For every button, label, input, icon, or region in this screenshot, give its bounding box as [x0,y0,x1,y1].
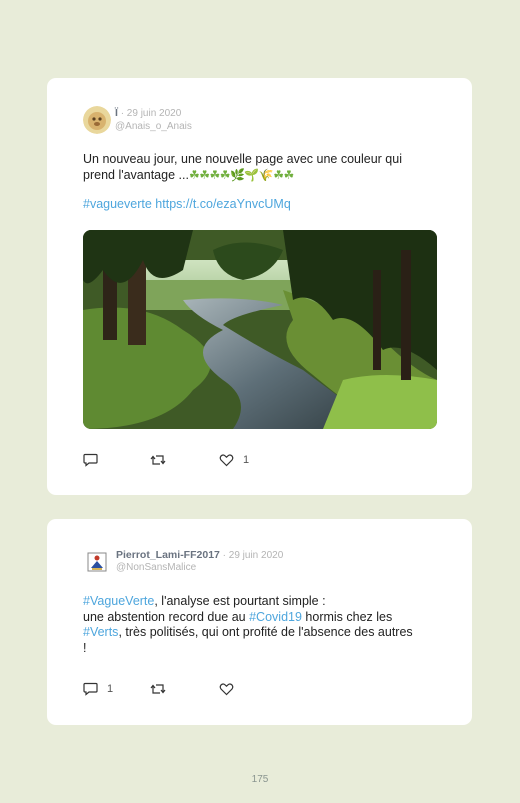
tweet-line-text: prend l'avantage ... [83,167,189,182]
tweet-line-text: , l'analyse est pourtant simple : [154,594,326,608]
tweet-line: une abstention record due au #Covid19 ho… [83,610,413,626]
reply-button[interactable] [83,452,98,468]
author-name[interactable]: Pierrot_Lami-FF2017 [116,549,220,561]
retweet-icon [150,682,166,696]
tweet-meta: Pierrot_Lami-FF2017 · 29 juin 2020 [116,549,283,561]
tweet-text: #VagueVerte, l'analyse est pourtant simp… [83,594,413,656]
avatar[interactable] [83,106,111,134]
retweet-button[interactable] [150,452,166,468]
tweet-text: Un nouveau jour, une nouvelle page avec … [83,152,402,183]
tweet-line: prend l'avantage ...☘☘☘☘🌿🌱🌾☘☘ [83,168,402,184]
heart-icon [219,682,234,696]
reply-count: 1 [107,683,114,695]
url-link[interactable]: https://t.co/ezaYnvcUMq [155,197,290,211]
tweet-line-text: hormis chez les [301,609,393,624]
tweet-card-1: Ï · 29 juin 2020 @Anais_o_Anais Un nouve… [47,78,472,495]
reply-icon [83,682,98,696]
heart-icon [219,453,234,467]
clover-emoji: ☘☘☘☘🌿🌱🌾☘☘ [188,167,294,182]
tweet-date[interactable]: · 29 juin 2020 [121,108,182,119]
tweet-line: Un nouveau jour, une nouvelle page avec … [83,152,402,166]
like-count: 1 [243,454,250,466]
tweet-card-2: Pierrot_Lami-FF2017 · 29 juin 2020 @NonS… [47,519,472,725]
tweet-line: #Verts, très politisés, qui ont profité … [83,625,413,641]
reply-button[interactable]: 1 [83,681,113,697]
tweet-meta: Ï · 29 juin 2020 [115,107,181,119]
avatar[interactable] [83,548,111,576]
tweet-line: ! [83,640,87,655]
author-name[interactable]: Ï [115,107,118,119]
page-number: 175 [251,774,269,785]
hashtag-link[interactable]: #vagueverte [83,197,152,211]
tweet-date[interactable]: · 29 juin 2020 [223,550,284,561]
tweet-line: #VagueVerte, l'analyse est pourtant simp… [83,594,413,610]
author-handle[interactable]: @Anais_o_Anais [115,121,192,132]
reply-icon [83,453,98,467]
author-handle[interactable]: @NonSansMalice [116,562,196,573]
like-button[interactable]: 1 [219,452,249,468]
tweet-line-text: , très politisés, qui ont profité de l'a… [118,625,413,639]
tweet-actions: 1 [83,681,343,697]
like-button[interactable] [219,681,234,697]
retweet-button[interactable] [150,681,166,697]
tweet-photo[interactable] [83,230,437,429]
hashtag-link[interactable]: #VagueVerte [83,594,154,608]
hashtag-link[interactable]: #Covid19 [249,610,302,624]
tweet-actions: 1 [83,452,343,468]
tweet-links: #vagueverte https://t.co/ezaYnvcUMq [83,197,291,213]
retweet-icon [150,453,166,467]
hashtag-link[interactable]: #Verts [83,625,118,639]
tweet-line-text: une abstention record due au [83,609,250,624]
